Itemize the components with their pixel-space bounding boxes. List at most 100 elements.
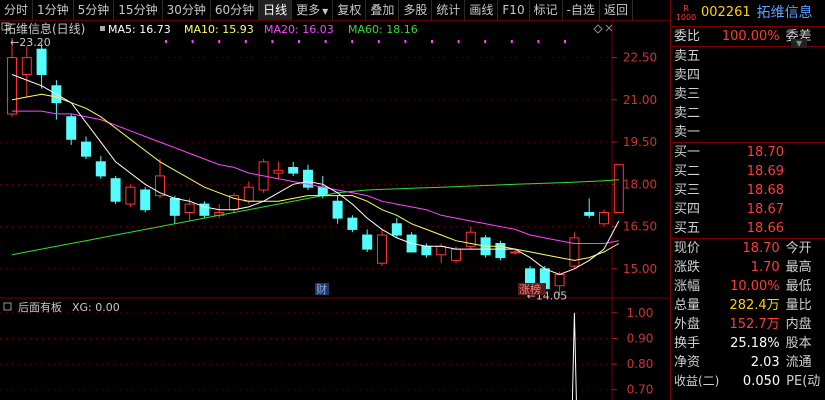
toolbar-item-6[interactable]: 日线 <box>259 0 293 20</box>
stat-row-6: 净资 2.03 流通 <box>671 353 825 372</box>
stat-label: 净资 <box>674 355 701 370</box>
stat-row-4: 外盘 152.7万 内盘 <box>671 315 825 334</box>
stat-value: 152.7万 <box>729 317 780 332</box>
toolbar-item-0[interactable]: 分时 <box>0 0 34 20</box>
toolbar-item-5[interactable]: 60分钟 <box>211 0 260 20</box>
stat-value: 282.4万 <box>729 298 780 313</box>
buy-label: 买二 <box>674 164 701 179</box>
sub-tick-label: 0.80 <box>627 357 654 371</box>
buy-label: 买四 <box>674 202 701 217</box>
candle[interactable] <box>347 215 358 233</box>
stat-extra-label: 最高 <box>785 260 812 275</box>
ma-legend-3: MA60: 18.16 <box>348 23 418 36</box>
signal-dot <box>431 40 433 43</box>
candle[interactable] <box>377 229 387 267</box>
more-dropdown-icon: ▼ <box>322 7 329 16</box>
signal-dot <box>271 40 274 43</box>
y-tick-label: 16.50 <box>623 220 657 234</box>
sell-label: 卖三 <box>674 87 701 102</box>
stat-row-5: 换手 25.18% 股本 <box>671 334 825 353</box>
stat-row-7: 收益(二) 0.050 PE(动 <box>671 372 825 391</box>
candle[interactable] <box>140 187 151 213</box>
candle[interactable] <box>613 164 624 214</box>
toolbar-item-8[interactable]: 复权 <box>333 0 367 20</box>
candle[interactable] <box>110 175 121 205</box>
signal-dot <box>298 40 300 43</box>
signal-dot <box>218 40 221 43</box>
buy-price: 18.69 <box>746 164 784 179</box>
stat-label: 涨幅 <box>674 279 701 294</box>
sell-book: 卖五卖四卖三卖二卖一 <box>671 47 825 142</box>
ma-legend-0: MA5: 16.73 <box>108 23 171 36</box>
stat-extra-label: 量比 <box>785 298 812 313</box>
toolbar-item-7[interactable]: 更多 ▼ <box>292 0 334 20</box>
stat-label: 外盘 <box>674 317 701 332</box>
signal-dot <box>324 40 327 43</box>
buy-row-2: 买二 18.69 <box>671 162 825 181</box>
stock-code: 002261 <box>701 5 751 20</box>
y-tick-label: 21.00 <box>623 93 657 107</box>
sell-row-5: 卖五 <box>671 47 825 66</box>
buy-price: 18.68 <box>746 183 784 198</box>
stat-value: 0.050 <box>742 374 781 389</box>
toolbar-item-1[interactable]: 1分钟 <box>33 0 74 20</box>
toolbar-item-10[interactable]: 多股 <box>399 0 433 20</box>
sub-indicator-value: XG: 0.00 <box>72 301 120 314</box>
stat-value: 1.70 <box>750 260 780 275</box>
buy-row-4: 买四 18.67 <box>671 200 825 219</box>
stat-extra-label: 流通 <box>785 355 812 370</box>
stat-extra-label: 内盘 <box>785 317 812 332</box>
toolbar-item-12[interactable]: 画线 <box>465 0 499 20</box>
toolbar-item-13[interactable]: F10 <box>498 0 530 20</box>
stat-row-2: 涨幅 10.00% 最低 <box>671 277 825 296</box>
stat-value: 25.18% <box>730 336 780 351</box>
margin-badge: R 1000 <box>671 0 701 26</box>
stat-row-3: 总量 282.4万 量比 <box>671 296 825 315</box>
kline-chart[interactable]: 22.50 21.00 19.50 18.00 16.50 15.00 拓维信息(日线) M… <box>0 21 669 400</box>
quote-panel: R 1000 002261 拓维信息 委比 100.00% 委差 ▼ 卖五 卖四卖… <box>670 0 825 400</box>
sell-row-4: 卖四 <box>671 66 825 85</box>
signal-dot <box>165 40 167 43</box>
signal-dot <box>564 40 566 43</box>
signal-dot <box>244 40 247 43</box>
y-tick-label: 15.00 <box>623 262 657 276</box>
stat-label: 换手 <box>674 336 701 351</box>
sell-label: 卖一 <box>674 125 701 140</box>
limit-marker[interactable]: 涨榜 <box>519 282 541 296</box>
y-tick-label: 19.50 <box>623 135 657 149</box>
buy-row-1: 买一 18.70 <box>671 143 825 162</box>
candle[interactable] <box>495 240 506 261</box>
toolbar-item-3[interactable]: 15分钟 <box>114 0 163 20</box>
stat-extra-label: PE(动 <box>786 374 821 389</box>
badge-top: R <box>683 4 689 13</box>
toolbar-item-15[interactable]: -自选 <box>563 0 600 20</box>
stat-extra-label: 最低 <box>785 279 812 294</box>
toolbar-item-11[interactable]: 统计 <box>432 0 466 20</box>
legend-square-icon <box>100 26 105 31</box>
stat-value: 10.00% <box>730 279 780 294</box>
toolbar-item-4[interactable]: 30分钟 <box>163 0 211 20</box>
ma-legend-1: MA10: 15.93 <box>184 23 254 36</box>
toolbar-item-9[interactable]: 叠加 <box>366 0 400 20</box>
signal-dot <box>484 40 487 43</box>
buy-label: 买一 <box>674 145 701 160</box>
candle[interactable] <box>569 232 580 269</box>
candle[interactable] <box>125 184 136 207</box>
finance-marker[interactable]: 财 <box>316 282 327 296</box>
stat-value: 18.70 <box>742 241 780 256</box>
candle[interactable] <box>599 209 609 227</box>
signal-dot <box>191 40 194 43</box>
sell-row-1: 卖一 <box>671 123 825 142</box>
candle[interactable] <box>199 201 210 219</box>
toolbar-item-16[interactable]: 返回 <box>600 0 633 20</box>
sell-label: 卖五 <box>674 49 701 64</box>
buy-book: 买一 18.70 买二 18.69 买三 18.68 买四 18.67 买五 18.66 <box>671 143 825 238</box>
stat-extra-label: 股本 <box>785 336 812 351</box>
toolbar-item-14[interactable]: 标记 <box>530 0 563 20</box>
buy-row-3: 买三 18.68 <box>671 181 825 200</box>
sell-row-2: 卖二 <box>671 104 825 123</box>
collapse-icon[interactable]: ▼ <box>791 39 808 48</box>
signal-dot <box>351 40 354 43</box>
toolbar-item-2[interactable]: 5分钟 <box>74 0 115 20</box>
sell-row-3: 卖三 <box>671 85 825 104</box>
